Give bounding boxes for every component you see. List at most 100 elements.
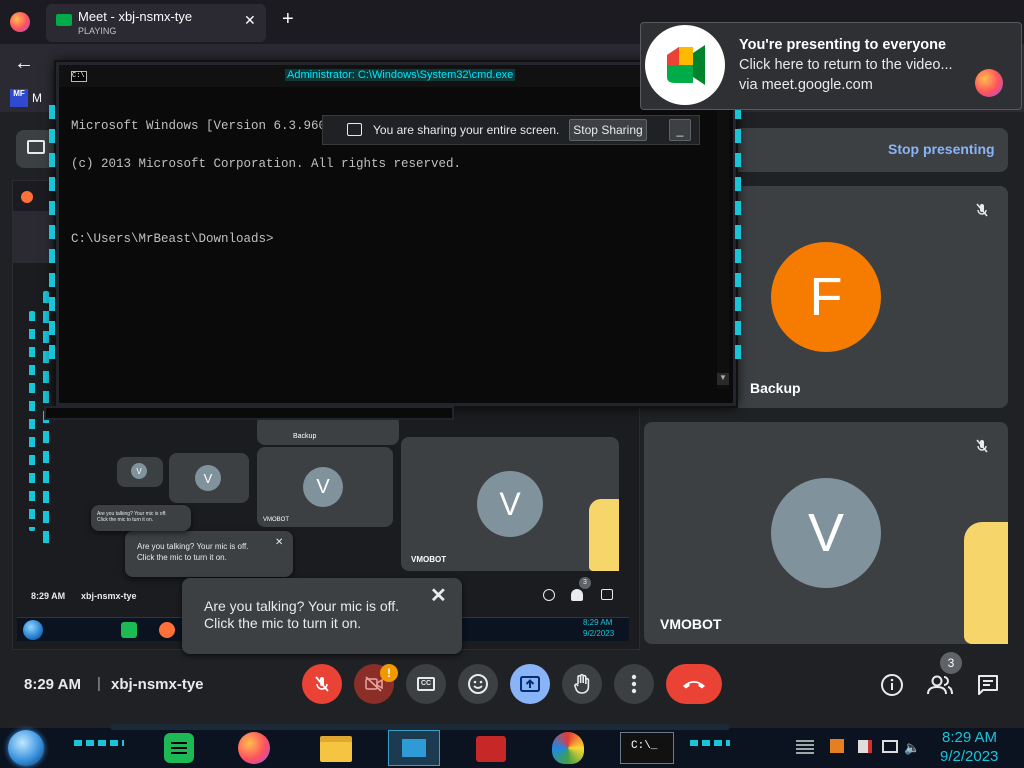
present-to-all-icon — [520, 676, 540, 692]
nested-chat-icon — [601, 589, 613, 600]
toolbox-icon[interactable] — [476, 736, 506, 762]
nested-cartoon — [589, 499, 619, 571]
leave-call-button[interactable] — [666, 664, 722, 704]
nested-spotify-icon — [121, 622, 137, 638]
bookmark-icon[interactable]: MF — [10, 89, 28, 107]
avatar-backup: F — [771, 242, 881, 352]
meeting-separator: | — [97, 675, 101, 692]
nested-tile-vmobot-large: V VMOBOT — [401, 437, 619, 571]
taskbar-led-strip-right — [690, 740, 730, 746]
meet-logo-icon — [645, 25, 725, 105]
share-screen-icon — [347, 123, 362, 136]
people-count-badge: 3 — [940, 652, 962, 674]
more-vert-icon — [631, 674, 637, 694]
nested-toast-line1: Are you talking? Your mic is off. — [137, 542, 249, 551]
screen-share-bar: You are sharing your entire screen. Stop… — [322, 115, 700, 145]
flag-icon[interactable] — [830, 739, 844, 753]
meeting-info-button[interactable] — [880, 673, 904, 697]
firefox-menu-icon[interactable] — [10, 12, 30, 32]
firefox-taskbar-icon[interactable] — [238, 732, 270, 764]
start-button[interactable] — [8, 730, 44, 766]
nested-toast-line2: Click the mic to turn it on. — [97, 517, 154, 523]
cmd-taskbar-button[interactable]: C:\_ — [620, 732, 674, 764]
spotify-icon[interactable] — [164, 733, 194, 763]
scroll-down-arrow-icon[interactable]: ▼ — [717, 373, 729, 385]
hide-share-bar-button[interactable]: _ — [669, 119, 691, 141]
show-hidden-icons[interactable] — [796, 740, 814, 754]
present-now-button[interactable] — [510, 664, 550, 704]
participant-tile-vmobot: V VMOBOT — [644, 422, 1008, 644]
people-icon — [927, 675, 953, 695]
volume-icon[interactable]: 🔈 — [904, 740, 920, 756]
mic-toggle-button[interactable] — [302, 664, 342, 704]
tab-title: Meet - xbj-nsmx-tye — [78, 9, 193, 24]
nested-tray-date: 9/2/2023 — [583, 629, 615, 638]
nested-people-count: 3 — [579, 577, 591, 589]
stop-sharing-button[interactable]: Stop Sharing — [569, 119, 647, 141]
nested-tile-vmobot-medium: V VMOBOT — [257, 447, 393, 527]
nested-firefox-icon — [21, 191, 33, 203]
toast-close-icon[interactable]: ✕ — [430, 586, 447, 606]
people-button[interactable] — [926, 672, 954, 698]
more-options-button[interactable] — [614, 664, 654, 704]
nested-avatar-v: V — [131, 463, 147, 479]
cmd-window-ghost — [44, 406, 454, 420]
meeting-time: 8:29 AM — [24, 676, 81, 693]
raise-hand-button[interactable] — [562, 664, 602, 704]
nested-toast-line2: Click the mic to turn it on. — [137, 553, 227, 562]
close-tab-icon[interactable]: ✕ — [244, 12, 256, 29]
cmd-titlebar[interactable]: C:\ Administrator: C:\Windows\System32\c… — [59, 65, 733, 87]
cmd-frame-light-right — [735, 105, 741, 365]
nested-tile-vmobot-small: V — [169, 453, 249, 503]
captions-button[interactable]: CC — [406, 664, 446, 704]
cmd-taskbar-label: C:\_ — [631, 740, 658, 752]
cmd-scrollbar[interactable]: ▼ — [717, 87, 729, 389]
notification-body: Click here to return to the video... — [739, 57, 953, 73]
taskbar-led-strip — [74, 740, 124, 746]
nested-toast-small: Are you talking? Your mic is off. Click … — [91, 505, 191, 531]
network-icon[interactable] — [882, 740, 898, 753]
clock-date[interactable]: 9/2/2023 — [940, 748, 998, 765]
reactions-button[interactable] — [458, 664, 498, 704]
tab-status: PLAYING — [78, 26, 117, 36]
paint-icon[interactable] — [552, 732, 584, 764]
participant-name-vmobot: VMOBOT — [660, 616, 722, 632]
presenting-notification[interactable]: You're presenting to everyone Click here… — [640, 22, 1022, 110]
cmd-window[interactable]: C:\ Administrator: C:\Windows\System32\c… — [49, 62, 741, 406]
store-icon[interactable] — [388, 730, 440, 766]
bookmark-label[interactable]: M — [32, 91, 42, 105]
chat-button[interactable] — [976, 673, 1000, 697]
back-arrow-icon[interactable]: ← — [14, 52, 34, 75]
nested-avatar-v: V — [303, 467, 343, 507]
present-icon — [27, 140, 45, 154]
cmd-app-icon: C:\ — [71, 71, 87, 82]
cmd-title-text: Administrator: C:\Windows\System32\cmd.e… — [285, 69, 516, 81]
nested-firefox-icon — [159, 622, 175, 638]
toast-line2: Click the mic to turn it on. — [204, 615, 362, 631]
nested-toast-medium: Are you talking? Your mic is off. Click … — [125, 531, 293, 577]
camera-warning-badge: ! — [380, 664, 398, 682]
file-explorer-icon[interactable] — [320, 736, 352, 762]
cmd-frame-light-left — [49, 105, 55, 365]
mic-off-toast: Are you talking? Your mic is off. Click … — [182, 578, 462, 654]
cmd-prompt: C:\Users\MrBeast\Downloads> — [71, 231, 274, 246]
windows-taskbar: C:\_ 🔈 8:29 AM 9/2/2023 — [0, 724, 1024, 768]
nested-avatar-v: V — [477, 471, 543, 537]
share-status-text: You are sharing your entire screen. — [373, 123, 560, 137]
mic-off-icon — [974, 438, 990, 454]
nested-people-icon — [571, 589, 583, 601]
meet-favicon — [56, 14, 72, 26]
notification-title: You're presenting to everyone — [739, 37, 947, 53]
new-tab-button[interactable]: + — [282, 8, 294, 31]
toast-line1: Are you talking? Your mic is off. — [204, 598, 400, 614]
emoji-icon — [468, 674, 488, 694]
meeting-code: xbj-nsmx-tye — [111, 676, 204, 693]
nested-meeting-code: xbj-nsmx-tye — [81, 591, 137, 601]
clock-time[interactable]: 8:29 AM — [942, 729, 997, 746]
stop-presenting-button[interactable]: Stop presenting — [888, 141, 995, 157]
action-center-icon[interactable] — [858, 740, 872, 753]
cmd-line-copyright: (c) 2013 Microsoft Corporation. All righ… — [71, 156, 462, 171]
mic-off-icon — [974, 202, 990, 218]
firefox-icon — [975, 69, 1003, 97]
tab-meet[interactable]: Meet - xbj-nsmx-tye PLAYING ✕ — [46, 4, 266, 42]
